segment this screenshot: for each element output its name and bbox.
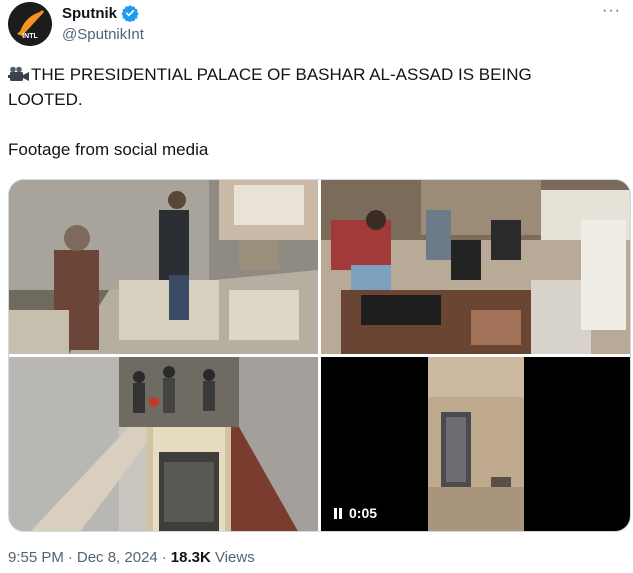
tweet-date[interactable]: Dec 8, 2024 (77, 549, 158, 566)
video-time: 0:05 (349, 505, 378, 521)
more-dots-icon[interactable]: ··· (602, 2, 621, 20)
tweet-line-3: Footage from social media (8, 140, 209, 159)
tweet-header: INTL Sputnik @SputnikInt ··· (8, 2, 625, 46)
tweet-line-2: LOOTED. (8, 90, 83, 109)
display-name[interactable]: Sputnik (62, 5, 117, 22)
tweet-text: THE PRESIDENTIAL PALACE OF BASHAR AL-ASS… (8, 62, 608, 162)
media-video[interactable]: 0:05 (321, 357, 630, 531)
avatar-label: INTL (22, 33, 38, 40)
tweet-line-1: THE PRESIDENTIAL PALACE OF BASHAR AL-ASS… (31, 65, 532, 84)
tweet-meta: 9:55 PM · Dec 8, 2024 · 18.3K Views (8, 549, 255, 566)
views-count[interactable]: 18.3K (171, 549, 211, 566)
verified-badge-icon (121, 4, 139, 23)
avatar[interactable]: INTL (8, 2, 52, 46)
video-timer[interactable]: 0:05 (333, 505, 377, 521)
pause-icon[interactable] (333, 507, 343, 519)
tweet-time[interactable]: 9:55 PM (8, 549, 64, 566)
user-handle[interactable]: @SputnikInt (62, 26, 144, 43)
media-grid: 0:05 (8, 179, 631, 532)
media-photo-2[interactable] (321, 180, 630, 354)
media-photo-1[interactable] (9, 180, 318, 354)
movie-camera-icon (8, 64, 30, 81)
meta-separator: · (67, 549, 73, 566)
media-photo-3[interactable] (9, 357, 318, 531)
views-label: Views (214, 549, 255, 566)
name-row: Sputnik (62, 4, 139, 23)
meta-separator-2: · (161, 549, 167, 566)
